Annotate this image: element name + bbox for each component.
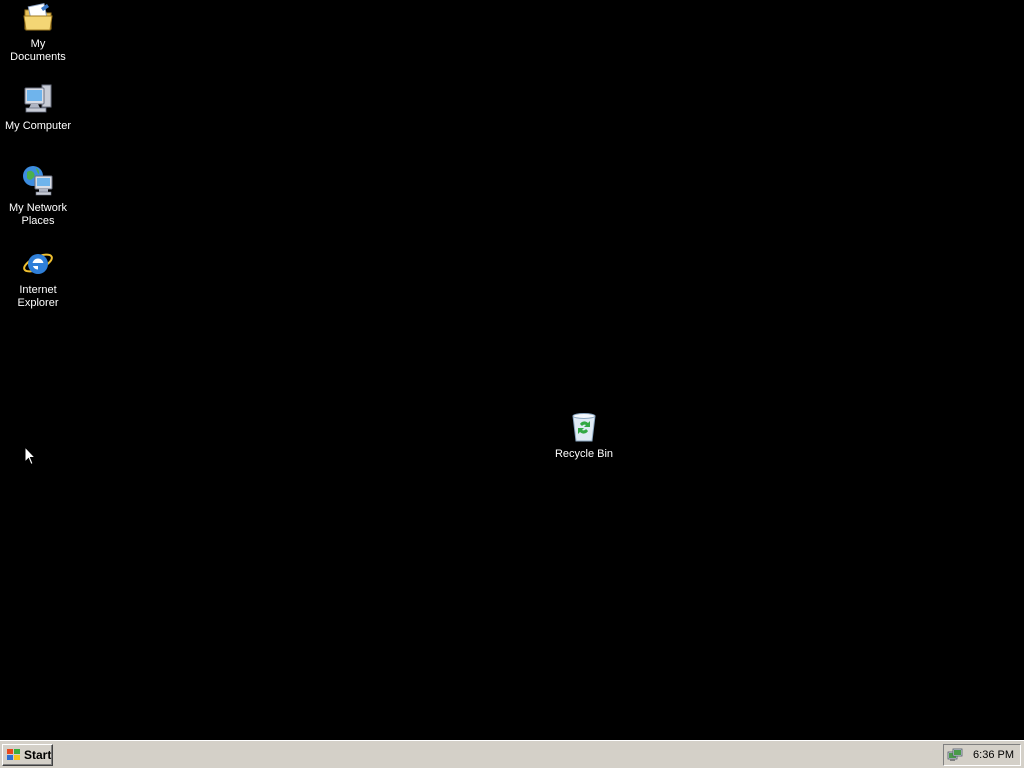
- folder-documents-icon: [23, 2, 53, 31]
- desktop-icon-my-network-places[interactable]: My Network Places: [0, 164, 76, 228]
- desktop-icon-my-computer[interactable]: My Computer: [0, 82, 76, 133]
- recycle-bin-icon: [572, 413, 596, 442]
- windows-logo-icon: [7, 749, 20, 760]
- desktop-icon-recycle-bin[interactable]: Recycle Bin: [546, 410, 622, 461]
- desktop-icon-my-documents[interactable]: My Documents: [0, 0, 76, 64]
- desktop-icon-label: My Documents: [10, 38, 66, 63]
- start-button[interactable]: Start: [2, 744, 53, 766]
- network-places-icon: [23, 166, 53, 196]
- taskbar: Start 6:36 PM: [0, 740, 1024, 768]
- system-tray: 6:36 PM: [943, 744, 1021, 766]
- mouse-cursor-icon: [24, 446, 36, 466]
- desktop-icon-label: My Computer: [4, 120, 72, 132]
- start-button-label: Start: [24, 748, 52, 762]
- desktop-icon-internet-explorer[interactable]: Internet Explorer: [0, 246, 76, 310]
- computer-icon: [24, 84, 52, 113]
- desktop[interactable]: My Documents My Computer My Network Plac…: [0, 0, 1024, 740]
- desktop-icon-label: Recycle Bin: [554, 448, 614, 460]
- internet-explorer-icon: [23, 253, 53, 274]
- taskbar-clock[interactable]: 6:36 PM: [973, 749, 1014, 761]
- desktop-icon-label: Internet Explorer: [17, 284, 59, 309]
- desktop-icon-label: My Network Places: [8, 202, 68, 227]
- network-connection-icon[interactable]: [947, 747, 963, 763]
